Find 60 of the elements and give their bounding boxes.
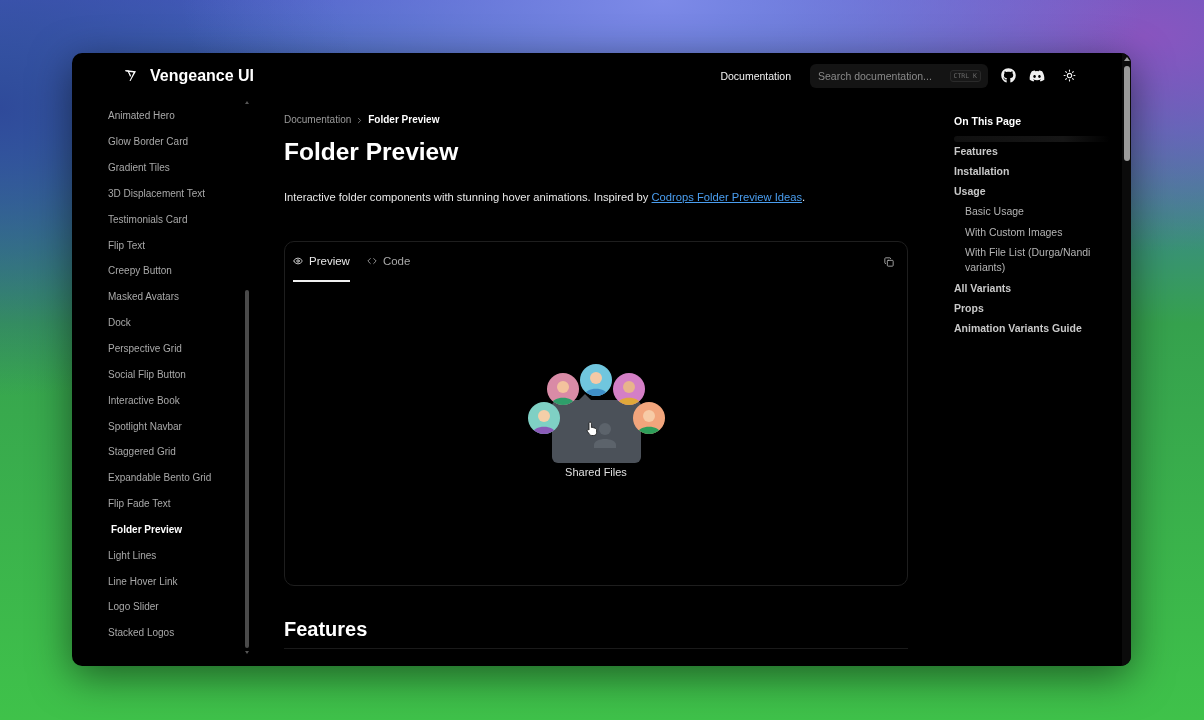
avatar-icon (547, 373, 579, 405)
toc-link[interactable]: Usage (954, 181, 1110, 201)
logo-icon[interactable] (124, 70, 136, 81)
sidebar-link[interactable]: Staggered Grid (100, 438, 244, 465)
sidebar-link[interactable]: Creepy Button (100, 258, 244, 284)
sidebar-link[interactable]: Line Hover Link (100, 568, 244, 595)
toc-title: On This Page (954, 114, 1023, 128)
sidebar-link[interactable]: Glow Border Card (100, 128, 244, 155)
code-icon (366, 256, 377, 266)
scroll-down-arrow-icon[interactable] (244, 651, 249, 654)
toc-link[interactable]: Features (954, 141, 1110, 161)
breadcrumb-item: Folder Preview (368, 113, 440, 127)
tab[interactable]: Preview (293, 242, 350, 282)
copy-icon[interactable] (884, 257, 894, 267)
toc-link[interactable]: Animation Variants Guide (954, 317, 1110, 338)
toc-link[interactable]: With File List (Durga/Nandi variants) (954, 242, 1110, 278)
eye-icon (293, 256, 303, 266)
sidebar-link[interactable]: Testimonials Card (100, 206, 244, 233)
sidebar-link[interactable]: Expandable Bento Grid (100, 464, 244, 491)
scrollbar-thumb[interactable] (1123, 66, 1130, 161)
source-link[interactable]: Codrops Folder Preview Ideas (651, 191, 802, 203)
sidebar-link[interactable]: Light Lines (100, 542, 244, 569)
breadcrumb-item[interactable]: Documentation (284, 113, 352, 127)
scroll-up-arrow-icon[interactable] (1123, 57, 1130, 61)
sidebar-link[interactable]: Flip Fade Text (100, 490, 244, 517)
sidebar-link[interactable]: Dock (100, 309, 244, 336)
sun-icon[interactable] (1063, 69, 1076, 82)
avatar-icon (580, 364, 612, 396)
logo-text[interactable]: Vengeance UI (150, 66, 255, 85)
sidebar-link[interactable]: Flip Text (100, 232, 244, 259)
folder-label: Shared Files (565, 466, 627, 478)
sidebar-link[interactable]: Spotlight Navbar (100, 413, 244, 439)
description-text: Interactive folder components with stunning hover animations. Inspired by Codrops Folder Preview Ideas. (284, 190, 807, 205)
sidebar-link[interactable]: 3D Displacement Text (100, 180, 244, 207)
toc-link[interactable]: With Custom Images (954, 221, 1110, 242)
folder-icon[interactable] (552, 394, 641, 463)
toc-link[interactable]: All Variants (954, 277, 1110, 298)
hand-cursor-icon (586, 421, 597, 436)
sidebar-link[interactable]: Social Flip Button (100, 361, 244, 388)
discord-icon[interactable] (1029, 67, 1045, 84)
toc-link[interactable]: Props (954, 297, 1110, 318)
scrollbar-thumb[interactable] (244, 290, 249, 648)
section-heading: Features (284, 617, 369, 641)
avatar-icon (528, 402, 560, 434)
page-title: Folder Preview (284, 137, 460, 167)
sidebar-link[interactable]: Gradient Tiles (100, 154, 244, 181)
sidebar-link[interactable]: Stacked Logos (100, 619, 244, 646)
tab[interactable]: Code (366, 242, 411, 282)
sidebar-link[interactable]: Masked Avatars (100, 283, 244, 310)
avatar-icon (613, 373, 645, 405)
sidebar-link[interactable]: Perspective Grid (100, 335, 244, 362)
sidebar-link[interactable]: Folder Preview (100, 516, 244, 543)
sidebar-link[interactable]: Animated Hero (100, 103, 244, 129)
toc-link[interactable]: Installation (954, 161, 1110, 181)
toc-link[interactable]: Basic Usage (954, 201, 1110, 222)
avatar-icon (633, 402, 665, 434)
github-icon[interactable] (1001, 68, 1016, 83)
sidebar-link[interactable]: Interactive Book (100, 387, 244, 414)
sidebar-link[interactable]: Logo Slider (100, 594, 244, 620)
nav-link[interactable]: Documentation (720, 69, 791, 82)
